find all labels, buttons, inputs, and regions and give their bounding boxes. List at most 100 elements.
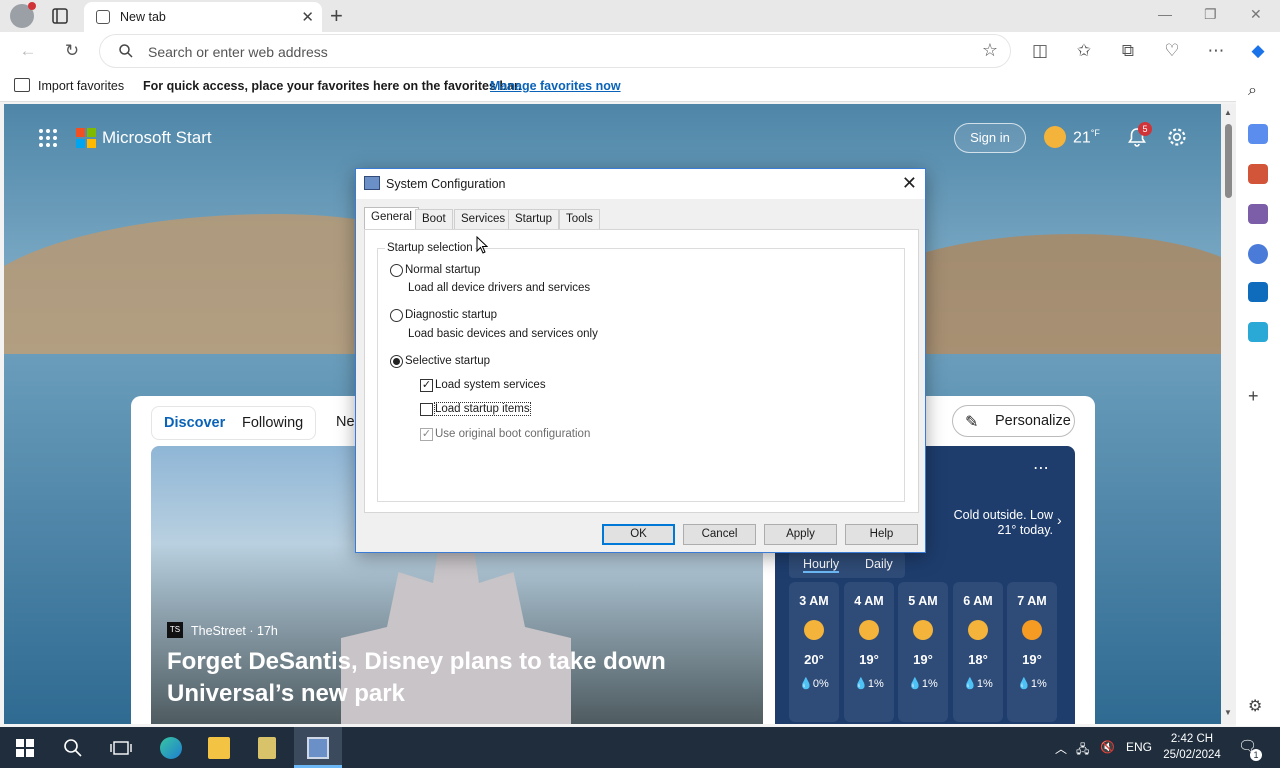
tab-services[interactable]: Services bbox=[454, 209, 513, 229]
diagnostic-startup-label[interactable]: Diagnostic startup bbox=[405, 309, 497, 321]
refresh-icon[interactable]: ↻ bbox=[62, 41, 82, 61]
tab-hourly[interactable]: Hourly bbox=[803, 557, 840, 573]
hour-column[interactable]: 7 AM 19° 💧1% bbox=[1007, 582, 1057, 722]
address-bar[interactable]: Search or enter web address ☆ bbox=[100, 35, 1010, 67]
browser-essentials-icon[interactable]: ♡ bbox=[1162, 41, 1182, 61]
hour-column[interactable]: 3 AM 20° 💧0% bbox=[789, 582, 839, 722]
scroll-up-icon[interactable]: ▲ bbox=[1224, 108, 1232, 117]
microsoft-logo-icon bbox=[76, 128, 96, 148]
favorites-icon[interactable]: ✩ bbox=[1074, 41, 1094, 61]
import-favorites-button[interactable]: Import favorites bbox=[38, 79, 124, 93]
close-dialog-icon[interactable]: ✕ bbox=[902, 173, 917, 194]
personalize-label: Personalize bbox=[995, 413, 1071, 429]
article-headline[interactable]: Forget DeSantis, Disney plans to take do… bbox=[167, 646, 667, 710]
sidebar-outlook-icon[interactable] bbox=[1248, 282, 1268, 302]
page-scrollbar[interactable]: ▲ ▼ bbox=[1221, 104, 1236, 724]
tab-following[interactable]: Following bbox=[242, 415, 303, 431]
apply-button[interactable]: Apply bbox=[764, 524, 837, 545]
close-tab-icon[interactable]: ✕ bbox=[301, 8, 314, 26]
tab-daily[interactable]: Daily bbox=[865, 557, 893, 571]
sidebar-drop-icon[interactable] bbox=[1248, 322, 1268, 342]
sidebar-games-icon[interactable] bbox=[1248, 204, 1268, 224]
taskbar-search-icon[interactable] bbox=[62, 737, 84, 759]
volume-muted-icon[interactable]: 🔇 bbox=[1100, 740, 1115, 754]
favorite-star-icon[interactable]: ☆ bbox=[982, 40, 998, 61]
load-system-services-label[interactable]: Load system services bbox=[435, 379, 546, 391]
restore-icon[interactable]: ❐ bbox=[1204, 6, 1217, 23]
sidebar-shopping-icon[interactable] bbox=[1248, 124, 1268, 144]
sidebar-search-icon[interactable]: ⌕ bbox=[1248, 82, 1268, 102]
source-logo: TS bbox=[167, 622, 183, 638]
copilot-icon[interactable]: ◆ bbox=[1248, 41, 1268, 61]
feed-tabs: Discover Following bbox=[151, 406, 316, 440]
weather-summary[interactable]: Cold outside. Low 21° today. bbox=[933, 508, 1053, 538]
load-startup-items-checkbox[interactable] bbox=[420, 403, 433, 416]
show-hidden-icons-chevron-icon[interactable]: ︿ bbox=[1055, 740, 1067, 757]
weather-temperature[interactable]: 21°F bbox=[1073, 128, 1100, 147]
file-explorer-icon[interactable] bbox=[208, 737, 230, 759]
use-original-boot-config-checkbox: ✓ bbox=[420, 428, 433, 441]
edge-browser-icon[interactable] bbox=[160, 737, 182, 759]
diagnostic-startup-radio[interactable] bbox=[390, 309, 403, 322]
tab-actions-icon[interactable] bbox=[50, 6, 70, 26]
sidebar-tools-icon[interactable] bbox=[1248, 164, 1268, 184]
tab-discover[interactable]: Discover bbox=[164, 415, 225, 431]
tab-startup[interactable]: Startup bbox=[508, 209, 560, 229]
network-icon[interactable]: 🖧 bbox=[1076, 740, 1089, 761]
clock[interactable]: 2:42 CH 25/02/2024 bbox=[1160, 731, 1224, 763]
more-menu-icon[interactable]: ⋯ bbox=[1206, 41, 1226, 61]
input-language[interactable]: ENG bbox=[1126, 740, 1152, 754]
normal-startup-radio[interactable] bbox=[390, 264, 403, 277]
load-startup-items-label[interactable]: Load startup items bbox=[434, 402, 531, 416]
article-source: TheStreet · 17h bbox=[191, 624, 278, 638]
tab-news-partial[interactable]: Ne bbox=[336, 414, 355, 430]
personalize-button[interactable]: ✎ Personalize bbox=[952, 405, 1075, 437]
help-button[interactable]: Help bbox=[845, 524, 918, 545]
selective-startup-radio[interactable] bbox=[390, 355, 403, 368]
manage-favorites-link[interactable]: Manage favorites now bbox=[490, 79, 621, 93]
scrollbar-thumb[interactable] bbox=[1225, 124, 1232, 198]
ok-button[interactable]: OK bbox=[602, 524, 675, 545]
hour-column[interactable]: 5 AM 19° 💧1% bbox=[898, 582, 948, 722]
sidebar-add-icon[interactable]: + bbox=[1248, 386, 1268, 406]
sidebar-settings-icon[interactable]: ⚙ bbox=[1248, 696, 1268, 716]
hour-column[interactable]: 4 AM 19° 💧1% bbox=[844, 582, 894, 722]
hour-temp: 19° bbox=[1022, 652, 1042, 667]
close-window-icon[interactable]: ✕ bbox=[1250, 6, 1262, 23]
app-launcher-icon[interactable] bbox=[38, 128, 58, 148]
system-configuration-taskbar-icon[interactable] bbox=[307, 737, 329, 759]
cancel-button[interactable]: Cancel bbox=[683, 524, 756, 545]
dialog-title-bar[interactable]: System Configuration ✕ bbox=[356, 169, 925, 199]
more-options-icon[interactable]: ⋯ bbox=[1033, 458, 1049, 478]
collections-icon[interactable]: ⧉ bbox=[1118, 41, 1138, 61]
sign-in-button[interactable]: Sign in bbox=[954, 123, 1026, 153]
tab-general[interactable]: General bbox=[364, 207, 419, 230]
selective-startup-label[interactable]: Selective startup bbox=[405, 355, 490, 367]
chevron-right-icon[interactable]: › bbox=[1057, 512, 1062, 528]
gear-icon[interactable] bbox=[1166, 126, 1188, 148]
profile-avatar[interactable] bbox=[10, 2, 36, 28]
hour-column[interactable]: 6 AM 18° 💧1% bbox=[953, 582, 1003, 722]
system-configuration-dialog: System Configuration ✕ General Boot Serv… bbox=[355, 168, 926, 553]
back-arrow-icon[interactable]: ← bbox=[18, 41, 38, 61]
split-screen-icon[interactable]: ◫ bbox=[1030, 41, 1050, 61]
tab-tools[interactable]: Tools bbox=[559, 209, 600, 229]
tab-boot[interactable]: Boot bbox=[415, 209, 453, 229]
search-icon bbox=[119, 44, 133, 58]
normal-startup-label[interactable]: Normal startup bbox=[405, 264, 480, 276]
minimize-icon[interactable]: — bbox=[1158, 6, 1172, 22]
app-icon[interactable] bbox=[258, 737, 276, 759]
moon-icon bbox=[913, 620, 933, 640]
dialog-title: System Configuration bbox=[386, 177, 506, 191]
browser-tab-new-tab[interactable]: New tab ✕ bbox=[84, 2, 322, 32]
task-view-icon[interactable] bbox=[110, 737, 132, 759]
sidebar-m365-icon[interactable] bbox=[1248, 244, 1268, 264]
weather-tabs: Hourly Daily bbox=[789, 552, 905, 578]
moon-weather-icon[interactable] bbox=[1044, 126, 1066, 148]
scroll-down-icon[interactable]: ▼ bbox=[1224, 708, 1232, 717]
new-tab-plus-icon[interactable]: + bbox=[330, 3, 343, 29]
windows-start-icon[interactable] bbox=[14, 737, 36, 759]
load-system-services-checkbox[interactable]: ✓ bbox=[420, 379, 433, 392]
edge-sidebar: ⌕ + ⚙ bbox=[1236, 70, 1280, 726]
moon-icon bbox=[968, 620, 988, 640]
